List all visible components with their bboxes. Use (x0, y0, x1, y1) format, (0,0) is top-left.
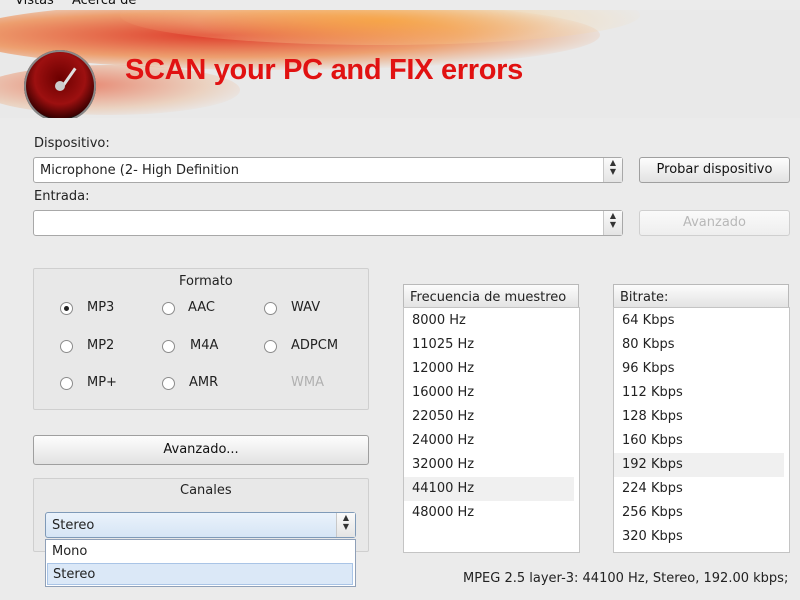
menu-bar: Vistas Acerca de (0, 0, 800, 10)
radio-mp3[interactable] (60, 302, 73, 315)
list-item-selected[interactable]: 44100 Hz (404, 477, 574, 501)
radio-label-aac: AAC (188, 300, 215, 315)
list-item[interactable]: 320 Kbps (614, 525, 784, 549)
list-item[interactable]: 64 Kbps (614, 309, 784, 333)
ad-banner[interactable]: SCAN your PC and FIX errors (0, 10, 800, 118)
radio-mp2[interactable] (60, 340, 73, 353)
list-item[interactable]: 112 Kbps (614, 381, 784, 405)
channels-select-value: Stereo (52, 518, 95, 533)
speedometer-icon (24, 50, 96, 118)
list-item[interactable]: 32000 Hz (404, 453, 574, 477)
radio-amr[interactable] (162, 377, 175, 390)
radio-label-mp2: MP2 (87, 338, 115, 353)
sample-rate-header[interactable]: Frecuencia de muestreo (403, 284, 579, 308)
input-select[interactable]: ▲ ▼ (33, 210, 623, 236)
test-device-button[interactable]: Probar dispositivo (639, 157, 790, 183)
channels-dropdown: Mono Stereo (45, 539, 356, 587)
device-label: Dispositivo: (34, 136, 110, 151)
sample-rate-list: 8000 Hz 11025 Hz 12000 Hz 16000 Hz 22050… (403, 307, 580, 553)
list-item[interactable]: 8000 Hz (404, 309, 574, 333)
bitrate-header[interactable]: Bitrate: (613, 284, 789, 308)
radio-adpcm[interactable] (264, 340, 277, 353)
list-item[interactable]: 224 Kbps (614, 477, 784, 501)
radio-aac[interactable] (162, 302, 175, 315)
spinner-arrows-icon[interactable]: ▲ ▼ (603, 211, 622, 235)
radio-wav[interactable] (264, 302, 277, 315)
list-item[interactable]: 12000 Hz (404, 357, 574, 381)
channels-select[interactable]: Stereo ▲ ▼ (45, 512, 356, 538)
radio-label-wma: WMA (291, 375, 324, 390)
radio-mpplus[interactable] (60, 377, 73, 390)
list-item[interactable]: 16000 Hz (404, 381, 574, 405)
radio-m4a[interactable] (162, 340, 175, 353)
list-item[interactable]: 256 Kbps (614, 501, 784, 525)
advanced-button[interactable]: Avanzado... (33, 435, 369, 465)
device-select[interactable]: Microphone (2- High Definition ▲ ▼ (33, 157, 623, 183)
status-text: MPEG 2.5 layer-3: 44100 Hz, Stereo, 192.… (463, 571, 789, 586)
radio-label-m4a: M4A (190, 338, 219, 353)
list-item[interactable]: 128 Kbps (614, 405, 784, 429)
dropdown-option-stereo[interactable]: Stereo (47, 563, 353, 585)
device-select-value: Microphone (2- High Definition (40, 163, 239, 178)
radio-label-wav: WAV (291, 300, 321, 315)
input-advanced-button[interactable]: Avanzado (639, 210, 790, 236)
list-item-selected[interactable]: 192 Kbps (614, 453, 784, 477)
radio-label-mpplus: MP+ (87, 375, 117, 390)
format-title: Formato (179, 274, 233, 289)
radio-label-mp3: MP3 (87, 300, 115, 315)
list-item[interactable]: 24000 Hz (404, 429, 574, 453)
input-label: Entrada: (34, 189, 90, 204)
channels-title: Canales (180, 483, 232, 498)
list-item[interactable]: 11025 Hz (404, 333, 574, 357)
menu-acerca-de[interactable]: Acerca de (72, 0, 136, 8)
spinner-arrows-icon[interactable]: ▲ ▼ (336, 513, 355, 537)
list-item[interactable]: 48000 Hz (404, 501, 574, 525)
list-item[interactable]: 96 Kbps (614, 357, 784, 381)
radio-label-amr: AMR (189, 375, 219, 390)
list-item[interactable]: 22050 Hz (404, 405, 574, 429)
list-item[interactable]: 160 Kbps (614, 429, 784, 453)
dropdown-option-mono[interactable]: Mono (47, 541, 353, 563)
spinner-arrows-icon[interactable]: ▲ ▼ (603, 158, 622, 182)
radio-label-adpcm: ADPCM (291, 338, 339, 353)
menu-vistas[interactable]: Vistas (15, 0, 54, 8)
list-item[interactable]: 80 Kbps (614, 333, 784, 357)
bitrate-list: 64 Kbps 80 Kbps 96 Kbps 112 Kbps 128 Kbp… (613, 307, 790, 553)
banner-title: SCAN your PC and FIX errors (125, 54, 523, 86)
